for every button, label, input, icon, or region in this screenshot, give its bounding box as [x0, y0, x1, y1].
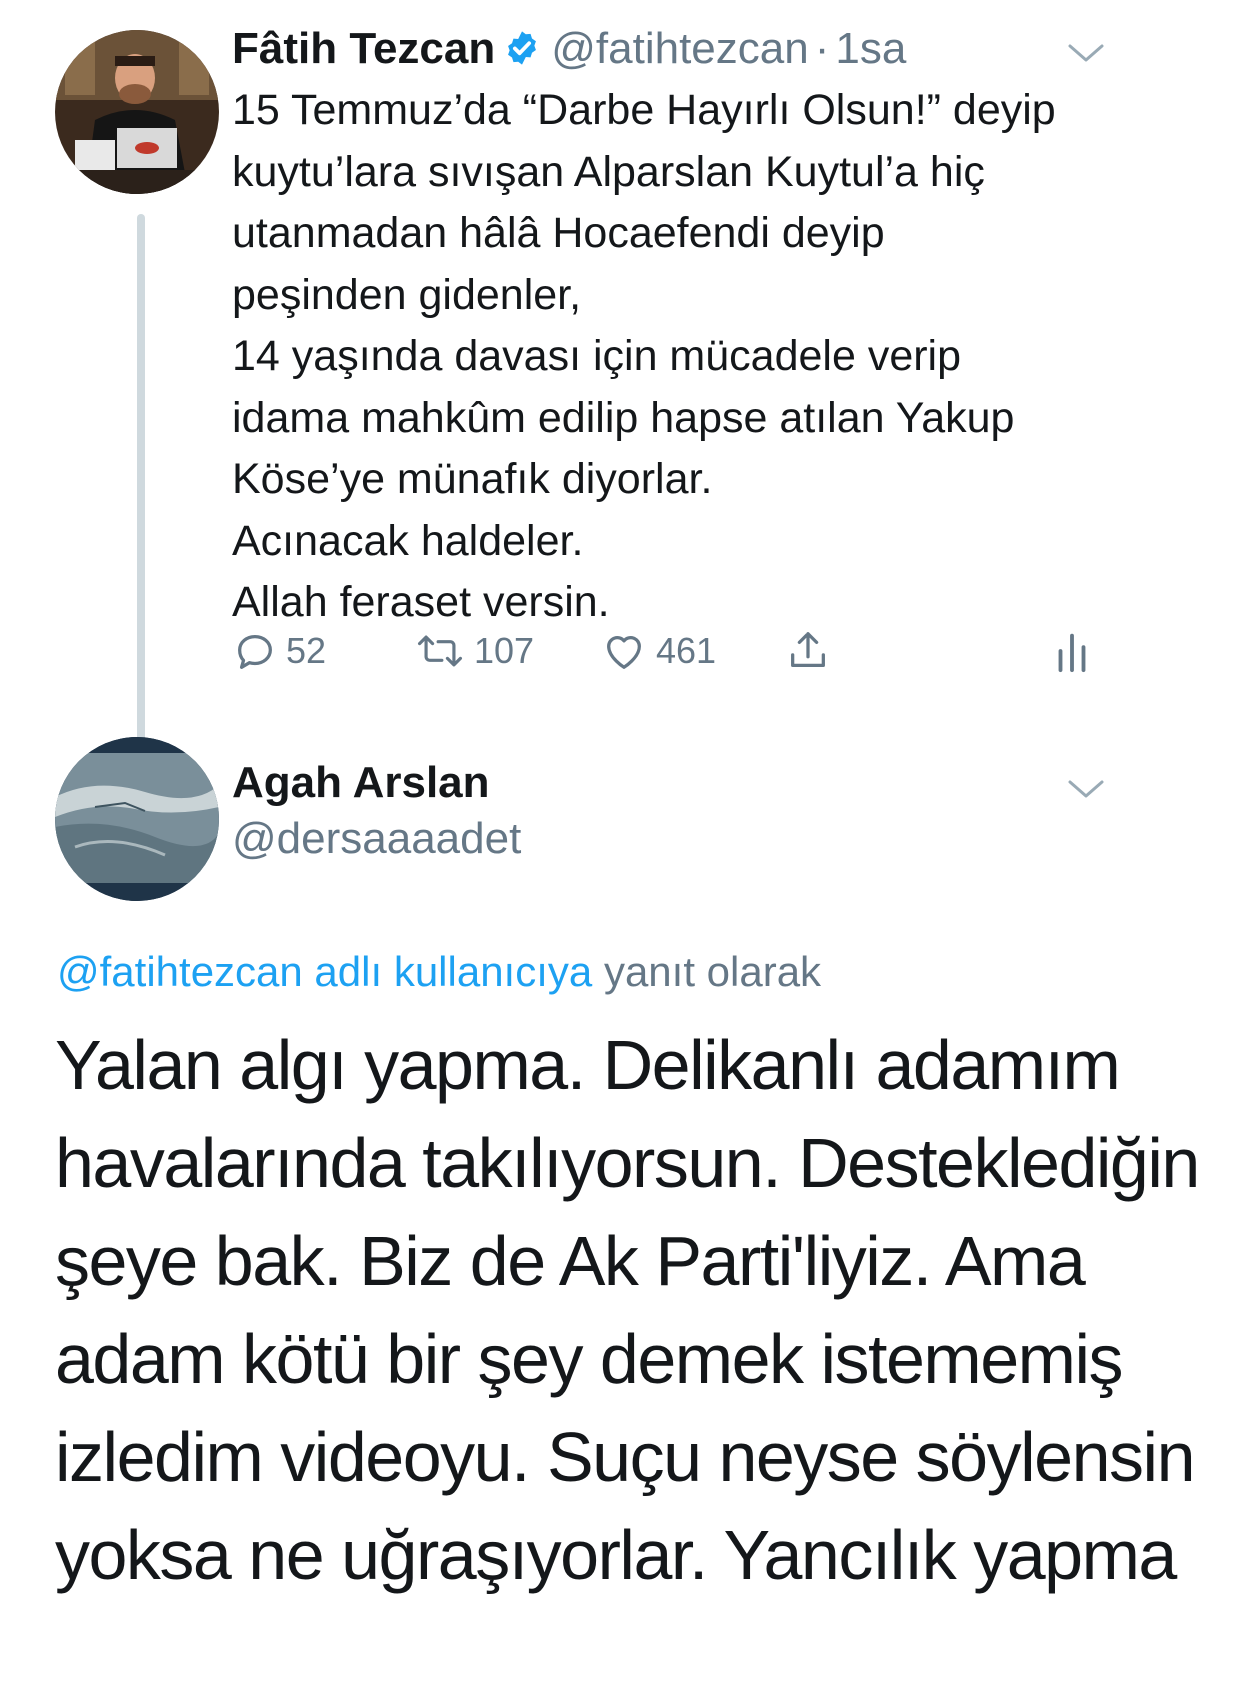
thread-connector-line — [137, 214, 145, 786]
tweet-text-line: Acınacak haldeler. — [232, 516, 584, 565]
tweet-text-line: 14 yaşında davası için mücadele verip — [232, 332, 962, 380]
reply-button[interactable]: 52 — [232, 628, 326, 674]
tweet-text-line: peşinden gidenler, — [232, 270, 582, 319]
tweet-text-line: kuytu’lara sıvışan Alparslan Kuytul’a hi… — [232, 147, 985, 196]
like-button[interactable]: 461 — [600, 628, 716, 674]
tweet-text: 15 Temmuz’da “Darbe Hayırlı Olsun!” deyi… — [232, 80, 1056, 634]
separator-dot: · — [814, 24, 830, 73]
reply-text: Yalan algı yapma. Delikanlı adamım haval… — [55, 1016, 1200, 1604]
avatar-fatih-tezcan[interactable] — [55, 30, 219, 194]
reply-text-line: adam kötü bir şey demek istememiş — [55, 1320, 1124, 1398]
author-handle[interactable]: @fatihtezcan — [551, 24, 808, 73]
reply-text-line: yoksa ne uğraşıyorlar. Yancılık yapma — [55, 1516, 1177, 1594]
share-button[interactable] — [784, 628, 832, 679]
like-count: 461 — [656, 630, 717, 671]
verified-badge-icon — [503, 29, 541, 67]
tweet-text-line: utanmadan hâlâ Hocaefendi deyip — [232, 209, 885, 257]
avatar-image — [55, 737, 219, 901]
tweet-menu-button[interactable] — [1066, 38, 1106, 73]
author-name[interactable]: Fâtih Tezcan — [232, 24, 495, 73]
analytics-button[interactable] — [1052, 628, 1092, 679]
retweet-icon — [417, 635, 463, 667]
reply-author-handle[interactable]: @dersaaaadet — [232, 814, 521, 864]
tweet-text-line: Allah feraset versin. — [232, 578, 610, 626]
like-icon — [607, 636, 641, 669]
tweet-header: Fâtih Tezcan @fatihtezcan · 1sa — [232, 24, 906, 74]
chevron-down-icon — [1068, 44, 1104, 62]
tweet-text-line: idama mahkûm edilip hapse atılan Yakup — [232, 393, 1015, 442]
retweet-button[interactable]: 107 — [414, 628, 534, 674]
reply-icon — [238, 634, 272, 669]
reply-text-line: izledim videoyu. Suçu neyse söylensin — [55, 1418, 1196, 1496]
share-icon — [791, 632, 825, 668]
avatar-image — [55, 30, 219, 194]
tweet-time[interactable]: 1sa — [835, 24, 906, 73]
replying-to: @fatihtezcan adlı kullanıcıya yanıt olar… — [57, 948, 821, 996]
reply-text-line: şeye bak. Biz de Ak Parti'liyiz. Ama — [55, 1222, 1086, 1300]
tweet-text-line: 15 Temmuz’da “Darbe Hayırlı Olsun!” deyi… — [232, 86, 1056, 134]
replying-to-suffix: yanıt olarak — [603, 948, 822, 995]
retweet-count: 107 — [474, 630, 535, 671]
reply-count: 52 — [286, 630, 327, 671]
avatar-agah-arslan[interactable] — [55, 737, 219, 901]
reply-text-line: Yalan algı yapma. Delikanlı adamım — [55, 1026, 1121, 1104]
tweet-text-line: Köse’ye münafık diyorlar. — [232, 455, 713, 503]
reply-text-line: havalarında takılıyorsun. Desteklediğin — [55, 1124, 1200, 1202]
analytics-icon — [1058, 633, 1086, 673]
chevron-down-icon — [1068, 780, 1104, 798]
replying-to-link[interactable]: @fatihtezcan adlı kullanıcıya — [57, 948, 592, 995]
reply-menu-button[interactable] — [1066, 774, 1106, 809]
reply-author-name[interactable]: Agah Arslan — [232, 758, 490, 808]
